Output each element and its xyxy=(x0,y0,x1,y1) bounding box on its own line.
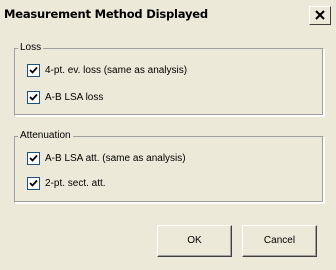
loss-groupbox xyxy=(14,48,324,116)
checkbox-4pt-ev-loss[interactable] xyxy=(27,64,40,77)
title-bar: Measurement Method Displayed xyxy=(0,0,336,27)
checkbox-label: A-B LSA att. (same as analysis) xyxy=(45,153,186,164)
checkbox-label: 4-pt. ev. loss (same as analysis) xyxy=(45,65,188,76)
checkmark-icon xyxy=(29,66,38,74)
checkbox-label: A-B LSA loss xyxy=(45,92,104,103)
dialog-title: Measurement Method Displayed xyxy=(4,7,208,21)
checkbox-label: 2-pt. sect. att. xyxy=(45,178,106,189)
cancel-button[interactable]: Cancel xyxy=(242,225,317,257)
ok-button[interactable]: OK xyxy=(157,225,232,257)
measurement-method-dialog: Measurement Method Displayed Loss 4-pt. … xyxy=(0,0,336,270)
loss-group-legend: Loss xyxy=(18,42,44,53)
attenuation-groupbox xyxy=(14,136,324,203)
checkmark-icon xyxy=(29,154,38,162)
checkmark-icon xyxy=(29,179,38,187)
close-icon xyxy=(315,10,325,20)
close-button[interactable] xyxy=(309,6,331,25)
checkmark-icon xyxy=(29,93,38,101)
checkbox-2pt-sect-att[interactable] xyxy=(27,177,40,190)
checkbox-ab-lsa-att[interactable] xyxy=(27,152,40,165)
attenuation-group-legend: Attenuation xyxy=(18,130,73,141)
checkbox-ab-lsa-loss[interactable] xyxy=(27,91,40,104)
